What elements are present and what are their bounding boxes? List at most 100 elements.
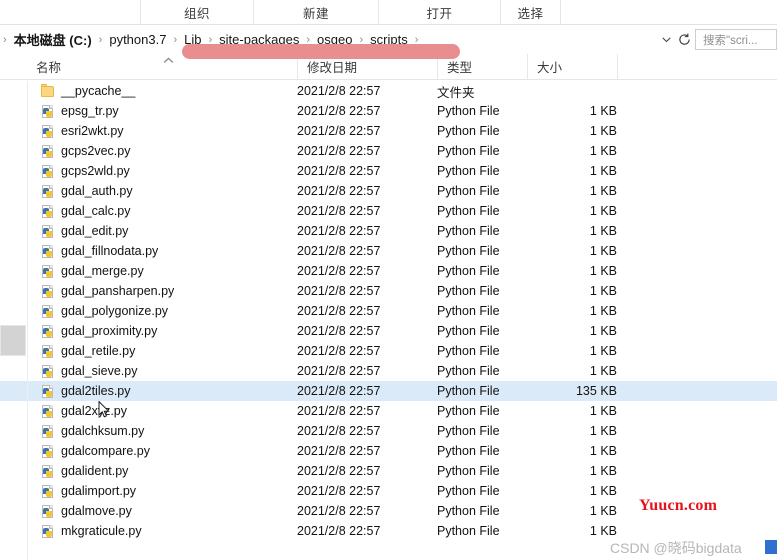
- ribbon-group-2[interactable]: 打开: [378, 0, 500, 24]
- file-size-cell: 1 KB: [589, 164, 617, 178]
- sort-ascending-icon: [163, 57, 174, 66]
- file-type-cell: Python File: [437, 384, 500, 398]
- file-name-label: gdal_proximity.py: [61, 324, 158, 338]
- file-name-cell[interactable]: gdalident.py: [41, 461, 128, 481]
- file-size-cell: 1 KB: [589, 144, 617, 158]
- table-row[interactable]: gdal_polygonize.py 2021/2/8 22:57 Python F…: [0, 301, 777, 321]
- file-name-cell[interactable]: gdal_retile.py: [41, 341, 135, 361]
- file-size-cell: [527, 81, 617, 101]
- search-input[interactable]: 搜索"scri...: [695, 29, 777, 50]
- file-name-cell[interactable]: epsg_tr.py: [41, 101, 119, 121]
- file-name-label: gdal2tiles.py: [61, 384, 131, 398]
- file-name-cell[interactable]: gdalchksum.py: [41, 421, 144, 441]
- file-name-cell[interactable]: gdal_merge.py: [41, 261, 144, 281]
- breadcrumb-item-0[interactable]: 本地磁盘 (C:): [10, 28, 96, 51]
- file-name-cell[interactable]: gdal_sieve.py: [41, 361, 137, 381]
- table-row[interactable]: gcps2vec.py 2021/2/8 22:57 Python File 1 KB: [0, 141, 777, 161]
- table-row[interactable]: gdal_retile.py 2021/2/8 22:57 Python File 1…: [0, 341, 777, 361]
- table-row[interactable]: gdalcompare.py 2021/2/8 22:57 Python File 1…: [0, 441, 777, 461]
- ribbon-group-label: 打开: [426, 6, 453, 21]
- file-name-label: gdalimport.py: [61, 484, 137, 498]
- file-name-cell[interactable]: gdal_polygonize.py: [41, 301, 168, 321]
- search-input-value: 搜索"scri...: [703, 34, 758, 47]
- file-type-cell: Python File: [437, 364, 500, 378]
- table-row[interactable]: gdal2xyz.py 2021/2/8 22:57 Python File 1 KB: [0, 401, 777, 421]
- file-name-cell[interactable]: gdal_proximity.py: [41, 321, 157, 341]
- table-row[interactable]: gdal2tiles.py 2021/2/8 22:57 Python File 13…: [0, 381, 777, 401]
- file-date-cell: 2021/2/8 22:57: [297, 484, 381, 498]
- file-name-cell[interactable]: esri2wkt.py: [41, 121, 124, 141]
- file-type-cell: Python File: [437, 464, 500, 478]
- file-name-label: gdal_pansharpen.py: [61, 284, 175, 298]
- ribbon-group-1[interactable]: 新建: [253, 0, 378, 24]
- file-type-cell: Python File: [437, 144, 500, 158]
- file-name-cell[interactable]: gdal_auth.py: [41, 181, 133, 201]
- python-file-icon: [41, 464, 55, 479]
- file-name-label: gdal_retile.py: [61, 344, 136, 358]
- python-file-icon: [41, 304, 55, 319]
- file-type-cell: Python File: [437, 484, 500, 498]
- table-row[interactable]: esri2wkt.py 2021/2/8 22:57 Python File 1 KB: [0, 121, 777, 141]
- file-name-cell[interactable]: gdal2tiles.py: [41, 381, 131, 401]
- file-type-cell: Python File: [437, 344, 500, 358]
- file-size-cell: 1 KB: [589, 304, 617, 318]
- file-date-cell: 2021/2/8 22:57: [297, 504, 381, 518]
- file-size-cell: 1 KB: [589, 264, 617, 278]
- file-name-cell[interactable]: gcps2vec.py: [41, 141, 130, 161]
- file-size-cell: 1 KB: [589, 184, 617, 198]
- table-row[interactable]: gdalident.py 2021/2/8 22:57 Python File 1 K…: [0, 461, 777, 481]
- file-name-cell[interactable]: gdal2xyz.py: [41, 401, 127, 421]
- table-row[interactable]: gdal_sieve.py 2021/2/8 22:57 Python File 1 …: [0, 361, 777, 381]
- python-file-icon: [41, 244, 55, 259]
- ribbon-group-3[interactable]: 选择: [500, 0, 560, 24]
- file-name-cell[interactable]: gdal_pansharpen.py: [41, 281, 174, 301]
- file-name-cell[interactable]: gdalcompare.py: [41, 441, 150, 461]
- file-size-cell: 1 KB: [589, 204, 617, 218]
- python-file-icon: [41, 104, 55, 119]
- table-row[interactable]: gdal_auth.py 2021/2/8 22:57 Python File 1 K…: [0, 181, 777, 201]
- table-row[interactable]: gdal_proximity.py 2021/2/8 22:57 Python Fi…: [0, 321, 777, 341]
- chevron-down-icon[interactable]: [658, 31, 674, 48]
- ribbon-toolbar: 组织 新建 打开 选择: [0, 0, 777, 25]
- file-type-cell: Python File: [437, 444, 500, 458]
- file-name-cell[interactable]: gdalmove.py: [41, 501, 132, 521]
- file-type-cell: Python File: [437, 164, 500, 178]
- ribbon-group-0[interactable]: 组织: [140, 0, 253, 24]
- file-list[interactable]: __pycache__ 2021/2/8 22:57 文件夹 epsg_tr.py 20…: [0, 81, 777, 560]
- table-row[interactable]: epsg_tr.py 2021/2/8 22:57 Python File 1 KB: [0, 101, 777, 121]
- file-date-cell: 2021/2/8 22:57: [297, 184, 381, 198]
- table-row[interactable]: gdal_fillnodata.py 2021/2/8 22:57 Python F…: [0, 241, 777, 261]
- file-name-label: gdal_calc.py: [61, 204, 131, 218]
- file-name-cell[interactable]: gdal_calc.py: [41, 201, 131, 221]
- file-name-label: gdal_edit.py: [61, 224, 129, 238]
- column-header-3[interactable]: 大小: [527, 54, 617, 79]
- file-name-cell[interactable]: gdal_edit.py: [41, 221, 128, 241]
- table-row[interactable]: gdalchksum.py 2021/2/8 22:57 Python File 1 …: [0, 421, 777, 441]
- file-date-cell: 2021/2/8 22:57: [297, 384, 381, 398]
- file-date-cell: 2021/2/8 22:57: [297, 124, 381, 138]
- table-row[interactable]: gdal_calc.py 2021/2/8 22:57 Python File 1 K…: [0, 201, 777, 221]
- file-size-cell: 1 KB: [589, 484, 617, 498]
- file-name-cell[interactable]: gcps2wld.py: [41, 161, 130, 181]
- table-row[interactable]: __pycache__ 2021/2/8 22:57 文件夹: [0, 81, 777, 101]
- table-row[interactable]: gdal_edit.py 2021/2/8 22:57 Python File 1 K…: [0, 221, 777, 241]
- file-date-cell: 2021/2/8 22:57: [297, 464, 381, 478]
- table-row[interactable]: gcps2wld.py 2021/2/8 22:57 Python File 1 KB: [0, 161, 777, 181]
- file-name-label: gdal_sieve.py: [61, 364, 138, 378]
- file-type-cell: Python File: [437, 104, 500, 118]
- file-name-cell[interactable]: gdalimport.py: [41, 481, 136, 501]
- column-header-label: 名称: [36, 61, 62, 75]
- file-name-cell[interactable]: __pycache__: [41, 81, 135, 101]
- nav-pane-scrollbar-thumb[interactable]: [0, 325, 26, 356]
- file-name-cell[interactable]: gdal_fillnodata.py: [41, 241, 158, 261]
- file-name-cell[interactable]: mkgraticule.py: [41, 521, 142, 541]
- file-name-label: gdal_fillnodata.py: [61, 244, 159, 258]
- table-row[interactable]: gdal_merge.py 2021/2/8 22:57 Python File 1 …: [0, 261, 777, 281]
- file-name-label: gdalident.py: [61, 464, 129, 478]
- file-name-label: gdal_merge.py: [61, 264, 144, 278]
- file-date-cell: 2021/2/8 22:57: [297, 164, 381, 178]
- breadcrumb-item-1[interactable]: python3.7: [105, 30, 170, 49]
- refresh-icon[interactable]: [675, 30, 693, 49]
- table-row[interactable]: gdal_pansharpen.py 2021/2/8 22:57 Python F…: [0, 281, 777, 301]
- python-file-icon: [41, 164, 55, 179]
